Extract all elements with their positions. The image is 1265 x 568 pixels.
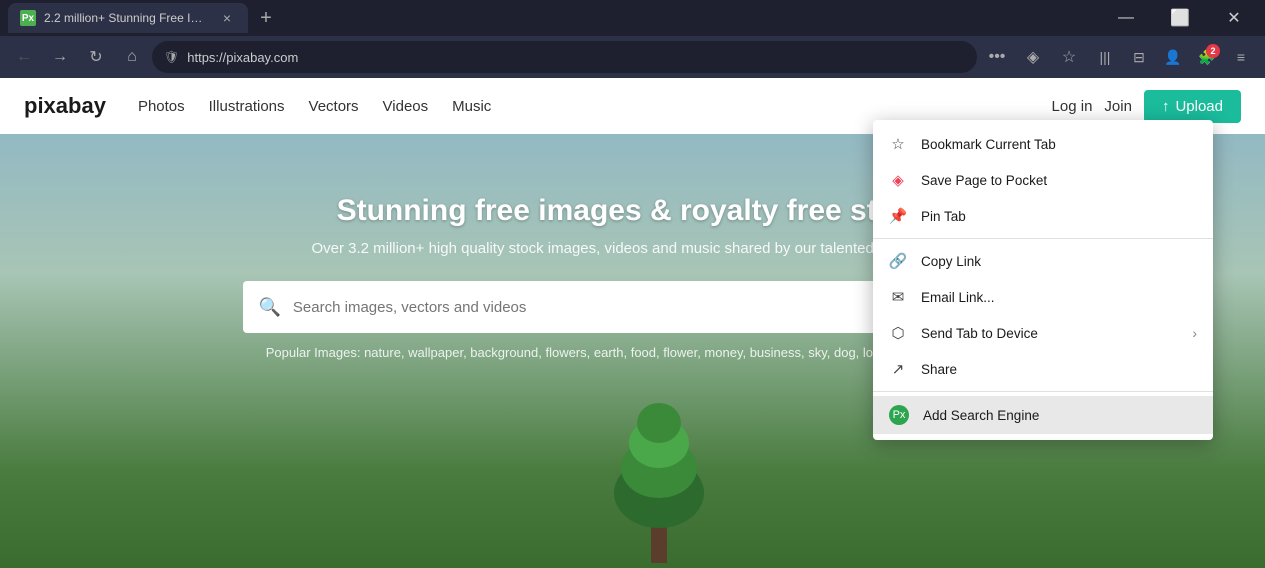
upload-label: Upload [1175,98,1223,115]
menu-separator-1 [873,238,1213,239]
bookmark-icon: ☆ [889,135,907,153]
menu-item-pin[interactable]: 📌 Pin Tab [873,198,1213,234]
nav-videos[interactable]: Videos [383,98,429,115]
upload-icon: ↑ [1162,98,1170,115]
tab-favicon: Px [20,10,36,26]
upload-button[interactable]: ↑ Upload [1144,90,1241,123]
close-button[interactable]: ✕ [1211,4,1257,32]
menu-item-send-tab-label: Send Tab to Device [921,326,1178,341]
menu-item-pocket[interactable]: ◈ Save Page to Pocket [873,162,1213,198]
copy-link-icon: 🔗 [889,252,907,270]
chevron-right-icon: › [1192,325,1197,341]
hamburger-menu-button[interactable]: ≡ [1225,41,1257,73]
menu-item-add-search[interactable]: Px Add Search Engine [873,396,1213,434]
star-button[interactable]: ☆ [1053,41,1085,73]
refresh-button[interactable]: ↻ [80,41,112,73]
header-actions: Log in Join ↑ Upload [1052,90,1241,123]
pin-icon: 📌 [889,207,907,225]
nav-music[interactable]: Music [452,98,491,115]
back-button[interactable]: ← [8,41,40,73]
dropdown-overlay: ☆ Bookmark Current Tab ◈ Save Page to Po… [0,120,1265,568]
browser-tab[interactable]: Px 2.2 million+ Stunning Free Ima... × [8,3,248,33]
context-menu: ☆ Bookmark Current Tab ◈ Save Page to Po… [873,120,1213,440]
pixabay-nav: Photos Illustrations Vectors Videos Musi… [138,98,1020,115]
addon-badge-count: 2 [1206,44,1220,58]
security-icon: 🛡 [164,50,179,64]
add-search-icon: Px [889,405,909,425]
tab-close-button[interactable]: × [218,9,236,27]
nav-actions: ••• ◈ ☆ [981,41,1085,73]
menu-item-send-tab[interactable]: ⬡ Send Tab to Device › [873,315,1213,351]
title-bar: Px 2.2 million+ Stunning Free Ima... × +… [0,0,1265,36]
pocket-button[interactable]: ◈ [1017,41,1049,73]
menu-item-email-link[interactable]: ✉ Email Link... [873,279,1213,315]
profile-icon[interactable]: 👤 [1157,41,1189,73]
maximize-button[interactable]: ⬜ [1157,4,1203,32]
window-controls: — ⬜ ✕ [1103,4,1257,32]
website-content: pixabay Photos Illustrations Vectors Vid… [0,78,1265,568]
menu-item-bookmark[interactable]: ☆ Bookmark Current Tab [873,126,1213,162]
join-button[interactable]: Join [1104,98,1132,115]
menu-separator-2 [873,391,1213,392]
home-button[interactable]: ⌂ [116,41,148,73]
nav-illustrations[interactable]: Illustrations [209,98,285,115]
menu-item-email-link-label: Email Link... [921,290,1197,305]
nav-bar: ← → ↻ ⌂ 🛡 https://pixabay.com ••• ◈ ☆ ||… [0,36,1265,78]
url-text: https://pixabay.com [187,50,965,65]
tab-title: 2.2 million+ Stunning Free Ima... [44,11,210,25]
extensions-area: ||| ⊟ 👤 🧩 2 ≡ [1089,41,1257,73]
menu-item-pocket-label: Save Page to Pocket [921,173,1197,188]
menu-item-pin-label: Pin Tab [921,209,1197,224]
addon-button[interactable]: 🧩 2 [1191,41,1223,73]
menu-item-copy-link-label: Copy Link [921,254,1197,269]
more-button[interactable]: ••• [981,41,1013,73]
menu-item-share[interactable]: ↗ Share [873,351,1213,387]
login-button[interactable]: Log in [1052,98,1093,115]
nav-vectors[interactable]: Vectors [309,98,359,115]
reader-view-icon[interactable]: ⊟ [1123,41,1155,73]
menu-item-bookmark-label: Bookmark Current Tab [921,137,1197,152]
new-tab-button[interactable]: + [252,4,280,32]
menu-item-add-search-label: Add Search Engine [923,408,1197,423]
send-tab-icon: ⬡ [889,324,907,342]
email-link-icon: ✉ [889,288,907,306]
nav-photos[interactable]: Photos [138,98,185,115]
menu-item-copy-link[interactable]: 🔗 Copy Link [873,243,1213,279]
pocket-save-icon: ◈ [889,171,907,189]
browser-frame: Px 2.2 million+ Stunning Free Ima... × +… [0,0,1265,568]
reading-list-icon[interactable]: ||| [1089,41,1121,73]
menu-item-share-label: Share [921,362,1197,377]
minimize-button[interactable]: — [1103,4,1149,32]
share-icon: ↗ [889,360,907,378]
forward-button[interactable]: → [44,41,76,73]
address-bar[interactable]: 🛡 https://pixabay.com [152,41,977,73]
pixabay-logo[interactable]: pixabay [24,93,106,119]
